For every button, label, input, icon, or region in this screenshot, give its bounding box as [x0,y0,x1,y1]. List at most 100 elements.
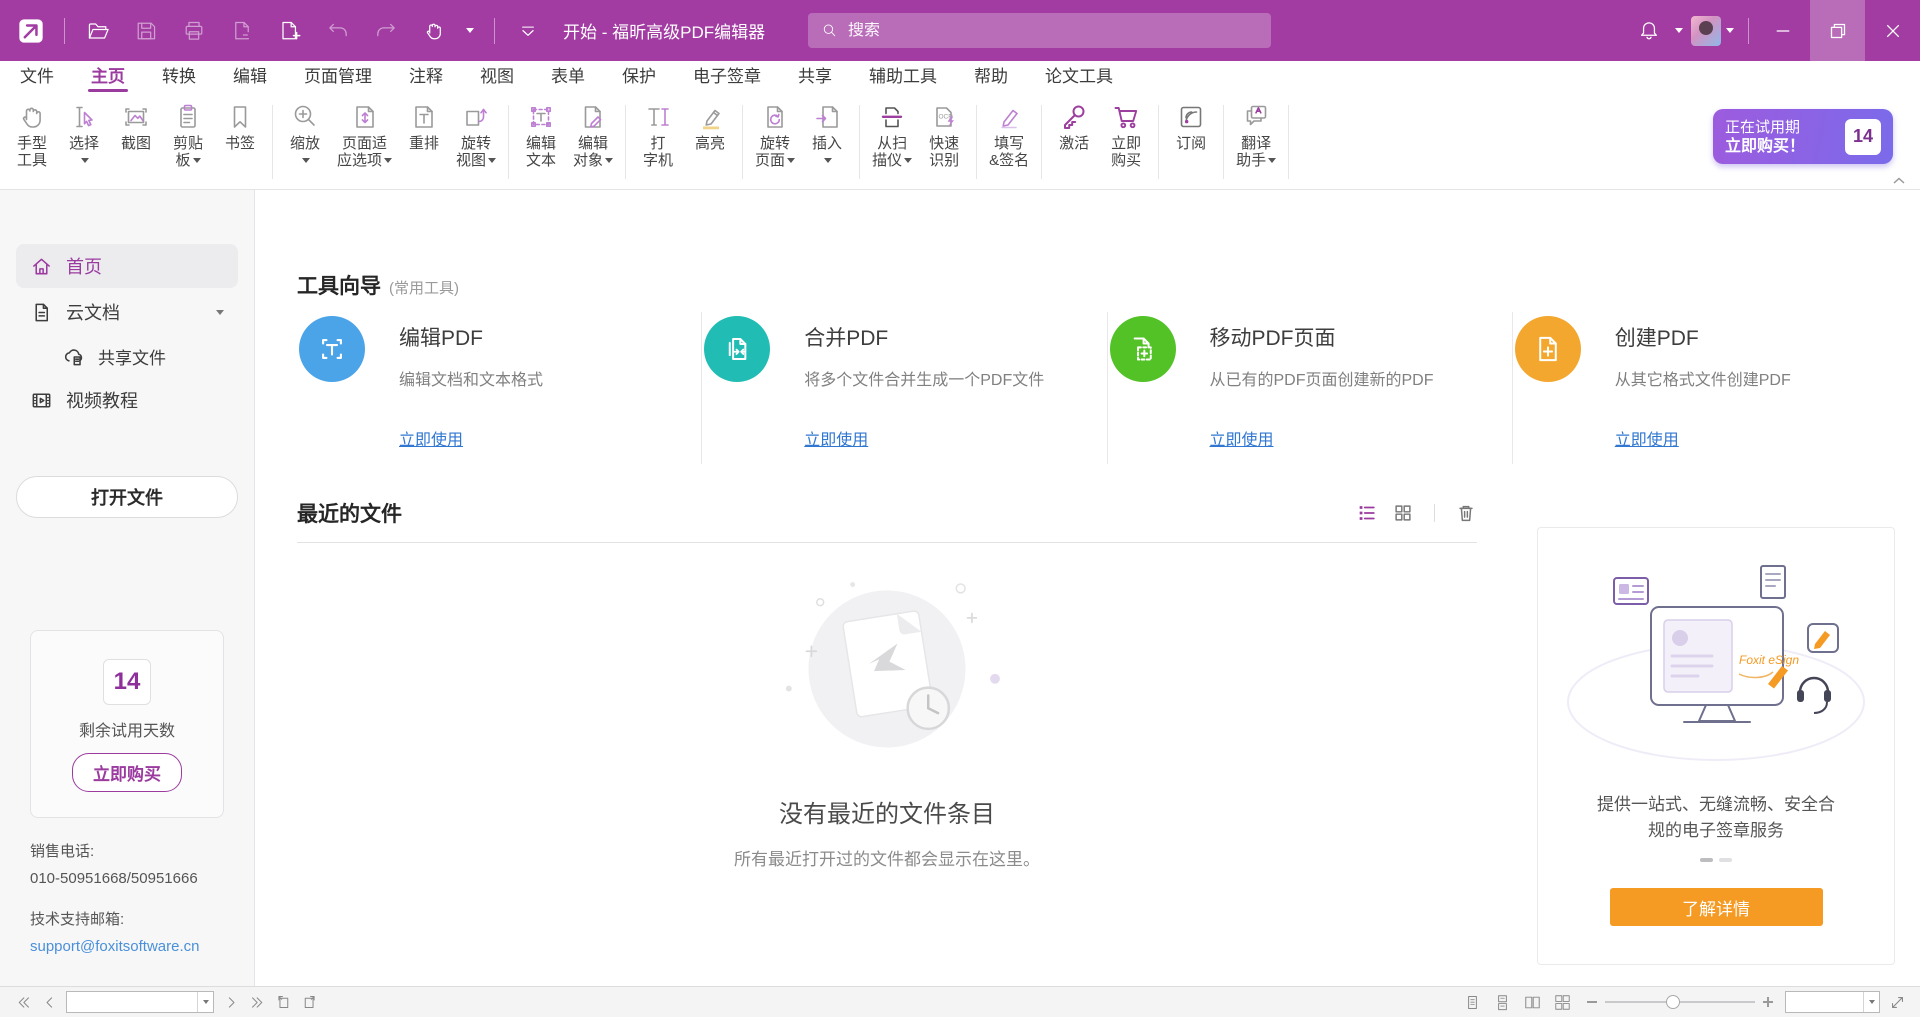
open-file-icon[interactable] [77,10,119,52]
trial-banner[interactable]: 正在试用期 立即购买！ 14 [1713,109,1893,164]
caret-down-icon[interactable] [216,310,224,315]
search-input[interactable] [848,22,1259,40]
sidebar-item-clouddoc[interactable]: 云文档 [16,290,238,334]
use-now-link[interactable]: 立即使用 [399,426,683,450]
toolbar-button-highlighter[interactable]: 高亮 [684,95,736,189]
sidebar-item-home[interactable]: 首页 [16,244,238,288]
next-page-icon[interactable] [218,990,244,1014]
facing-view-icon[interactable] [1519,990,1545,1014]
caret-down-icon[interactable] [466,28,474,33]
page-number-input[interactable] [67,995,197,1010]
toolbar-button-select[interactable]: 选择 [58,95,110,189]
caret-down-icon[interactable] [1675,28,1683,33]
zoom-dropdown[interactable] [1863,992,1879,1012]
save-icon[interactable] [125,10,167,52]
hand-tool-icon[interactable] [413,10,455,52]
zoom-out-icon[interactable] [1587,1001,1597,1003]
use-now-link[interactable]: 立即使用 [804,426,1088,450]
quick-access-chevron-icon[interactable] [507,10,549,52]
zoom-in-icon[interactable] [1763,997,1773,1007]
use-now-link[interactable]: 立即使用 [1210,426,1494,450]
toolbar-button-typewriter[interactable]: 打字机 [632,95,684,189]
undo-icon[interactable] [317,10,359,52]
continuous-view-icon[interactable] [1489,990,1515,1014]
list-view-icon[interactable] [1356,502,1378,524]
toolbar-button-hand[interactable]: 手型工具 [6,95,58,189]
menu-item-4[interactable]: 编辑 [233,61,267,95]
first-page-icon[interactable] [10,990,36,1014]
toolbar-button-subscribe[interactable]: 订阅 [1165,95,1217,189]
toolbar-button-reflow[interactable]: 重排 [398,95,450,189]
extract-page-icon[interactable] [221,10,263,52]
label-line1: 剪贴 [173,135,203,152]
toolbar-button-bookmark[interactable]: 书签 [214,95,266,189]
menu-item-13[interactable]: 帮助 [974,61,1008,95]
zoom-slider-track[interactable] [1605,1001,1755,1003]
minimize-button[interactable] [1755,0,1810,61]
single-page-view-icon[interactable] [1459,990,1485,1014]
carousel-dot[interactable] [1719,858,1732,862]
page-dropdown[interactable] [197,992,213,1012]
use-now-link[interactable]: 立即使用 [1615,426,1899,450]
toolbar-button-pagefit[interactable]: 页面适应选项 [331,95,398,189]
toolbar-button-ocr[interactable]: OCR快速识别 [918,95,970,189]
restore-button[interactable] [1810,0,1865,61]
zoom-slider-handle[interactable] [1666,995,1680,1009]
toolbar-button-edittext[interactable]: 编辑文本 [515,95,567,189]
toolbar-button-insert[interactable]: 插入 [801,95,853,189]
print-icon[interactable] [173,10,215,52]
menu-item-2[interactable]: 主页 [91,61,125,95]
menu-item-9[interactable]: 保护 [622,61,656,95]
caret-down-icon[interactable] [1726,28,1734,33]
carousel-dot-active[interactable] [1700,858,1713,862]
sidebar-item-label: 首页 [66,253,102,279]
clear-recent-trash-icon[interactable] [1455,502,1477,524]
menu-item-1[interactable]: 文件 [20,61,54,95]
open-file-button[interactable]: 打开文件 [16,476,238,518]
toolbar-button-fillsign[interactable]: 填写&签名 [983,95,1035,189]
toolbar-button-zoom[interactable]: 缩放 [279,95,331,189]
toolbar-button-key[interactable]: 激活 [1048,95,1100,189]
close-button[interactable] [1865,0,1920,61]
grid-view-icon[interactable] [1392,502,1414,524]
notification-bell-icon[interactable] [1628,10,1670,52]
zoom-percent-box[interactable] [1785,991,1880,1013]
support-email[interactable]: support@foxitsoftware.cn [30,933,254,960]
toolbar-button-editobject[interactable]: 编辑对象 [567,95,619,189]
menu-item-10[interactable]: 电子签章 [693,61,761,95]
toolbar-button-cart[interactable]: 立即购买 [1100,95,1152,189]
toolbar-button-rotateview[interactable]: 旋转视图 [450,95,502,189]
toolbar-button-clipboard[interactable]: 剪贴板 [162,95,214,189]
menu-item-12[interactable]: 辅助工具 [869,61,937,95]
learn-more-button[interactable]: 了解详情 [1610,888,1823,926]
menu-item-11[interactable]: 共享 [798,61,832,95]
toolbar-button-rotatepage[interactable]: 旋转页面 [749,95,801,189]
facing-continuous-view-icon[interactable] [1549,990,1575,1014]
sidebar-item-sharedcloud[interactable]: 共享文件 [48,336,238,376]
last-page-icon[interactable] [244,990,270,1014]
new-page-icon[interactable] [269,10,311,52]
user-avatar[interactable] [1691,16,1721,46]
menu-item-14[interactable]: 论文工具 [1045,61,1113,95]
zoom-slider[interactable] [1587,997,1773,1007]
toolbar-button-translate[interactable]: 翻译助手 [1230,95,1282,189]
carousel-dots[interactable] [1700,858,1732,862]
menu-item-8[interactable]: 表单 [551,61,585,95]
redo-icon[interactable] [365,10,407,52]
prev-page-icon[interactable] [36,990,62,1014]
buy-now-button[interactable]: 立即购买 [72,753,182,792]
page-number-box[interactable] [66,991,214,1013]
collapse-ribbon-icon[interactable] [1892,173,1910,187]
search-box[interactable] [808,13,1271,48]
fullscreen-icon[interactable] [1884,990,1910,1014]
menu-item-6[interactable]: 注释 [409,61,443,95]
prev-view-icon[interactable] [270,990,296,1014]
next-view-icon[interactable] [296,990,322,1014]
zoom-percent-input[interactable] [1786,995,1863,1010]
toolbar-button-screenshot[interactable]: 截图 [110,95,162,189]
menu-item-3[interactable]: 转换 [162,61,196,95]
sidebar-item-video[interactable]: 视频教程 [16,378,238,422]
toolbar-button-scanner[interactable]: 从扫描仪 [866,95,918,189]
menu-item-5[interactable]: 页面管理 [304,61,372,95]
menu-item-7[interactable]: 视图 [480,61,514,95]
